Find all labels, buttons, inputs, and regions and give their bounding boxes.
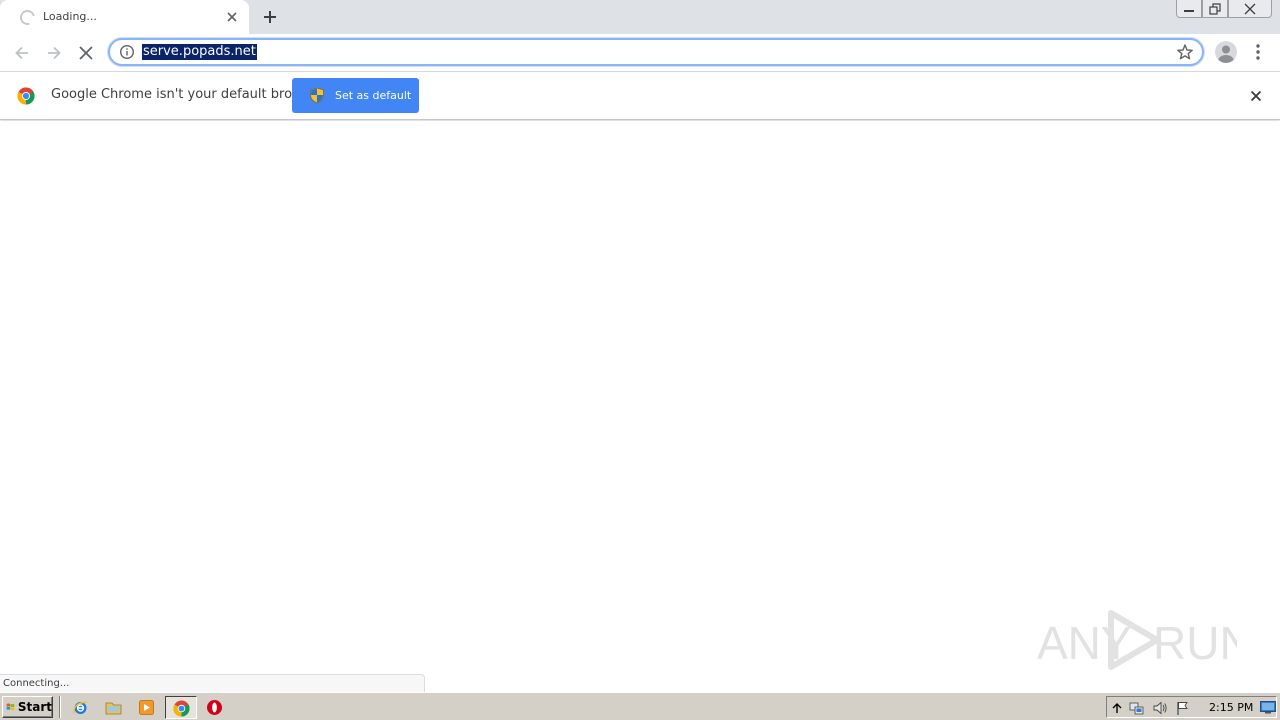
infobar-message: Google Chrome isn't your default browser — [51, 87, 323, 102]
tab-title: Loading... — [43, 10, 97, 23]
restore-icon — [1209, 2, 1221, 15]
tab-strip: Loading... — [0, 0, 1280, 34]
minimize-icon — [1184, 9, 1194, 12]
stop-icon — [79, 46, 93, 60]
system-tray: 2:15 PM — [1106, 696, 1277, 718]
show-hidden-icons-icon[interactable] — [1109, 700, 1125, 716]
start-label: Start — [17, 700, 52, 714]
back-button[interactable] — [10, 41, 34, 65]
network-icon[interactable] — [1129, 700, 1145, 716]
restore-button[interactable] — [1202, 0, 1228, 18]
page-content[interactable]: Connecting... ANY RUN — [0, 121, 1280, 693]
tab-close-icon[interactable] — [223, 8, 241, 26]
infobar-close-icon[interactable] — [1247, 87, 1265, 105]
loading-spinner-icon — [17, 7, 38, 28]
person-icon — [1218, 45, 1234, 63]
arrow-forward-icon — [48, 46, 61, 60]
close-window-button[interactable] — [1228, 0, 1272, 18]
shield-icon — [310, 87, 324, 104]
media-player-icon[interactable] — [138, 699, 155, 716]
profile-avatar[interactable] — [1215, 41, 1237, 63]
chrome-logo-icon — [17, 87, 35, 105]
window-controls — [1176, 0, 1272, 20]
forward-button[interactable] — [42, 41, 66, 65]
bookmark-star-icon[interactable] — [1176, 43, 1194, 61]
internet-explorer-icon[interactable] — [72, 699, 89, 716]
close-window-icon — [1244, 3, 1256, 14]
windows-logo-icon — [6, 703, 15, 711]
toolbar: serve.popads.net — [0, 34, 1280, 72]
opera-icon[interactable] — [206, 699, 223, 716]
new-tab-icon[interactable] — [258, 5, 282, 29]
taskbar: Start 2:15 PM — [0, 692, 1280, 720]
minimize-button[interactable] — [1176, 0, 1202, 18]
action-center-flag-icon[interactable] — [1175, 700, 1191, 716]
clock[interactable]: 2:15 PM — [1209, 701, 1253, 714]
anyrun-watermark-logo: ANY RUN — [1037, 610, 1237, 670]
info-icon[interactable] — [119, 44, 135, 60]
url-text[interactable]: serve.popads.net — [142, 44, 257, 60]
watermark-text-run: RUN — [1153, 617, 1237, 669]
address-bar[interactable]: serve.popads.net — [108, 38, 1204, 66]
stop-loading-button[interactable] — [74, 41, 98, 65]
arrow-back-icon — [15, 46, 28, 60]
more-menu-icon[interactable] — [1250, 42, 1266, 62]
taskbar-chrome-button[interactable] — [165, 696, 197, 719]
tab-active[interactable]: Loading... — [0, 0, 249, 34]
volume-icon[interactable] — [1152, 700, 1168, 716]
status-bubble: Connecting... — [0, 674, 425, 693]
chrome-taskbar-icon — [173, 700, 190, 717]
default-browser-infobar: Google Chrome isn't your default browser… — [0, 72, 1280, 120]
show-desktop-icon[interactable] — [1260, 701, 1276, 714]
screen: Loading... serve.popads.net Google Chrom… — [0, 0, 1280, 720]
start-button[interactable]: Start — [2, 696, 53, 718]
taskbar-separator — [59, 696, 61, 718]
set-as-default-button[interactable]: Set as default — [292, 78, 419, 113]
set-as-default-label: Set as default — [335, 89, 412, 102]
file-explorer-icon[interactable] — [105, 699, 122, 716]
